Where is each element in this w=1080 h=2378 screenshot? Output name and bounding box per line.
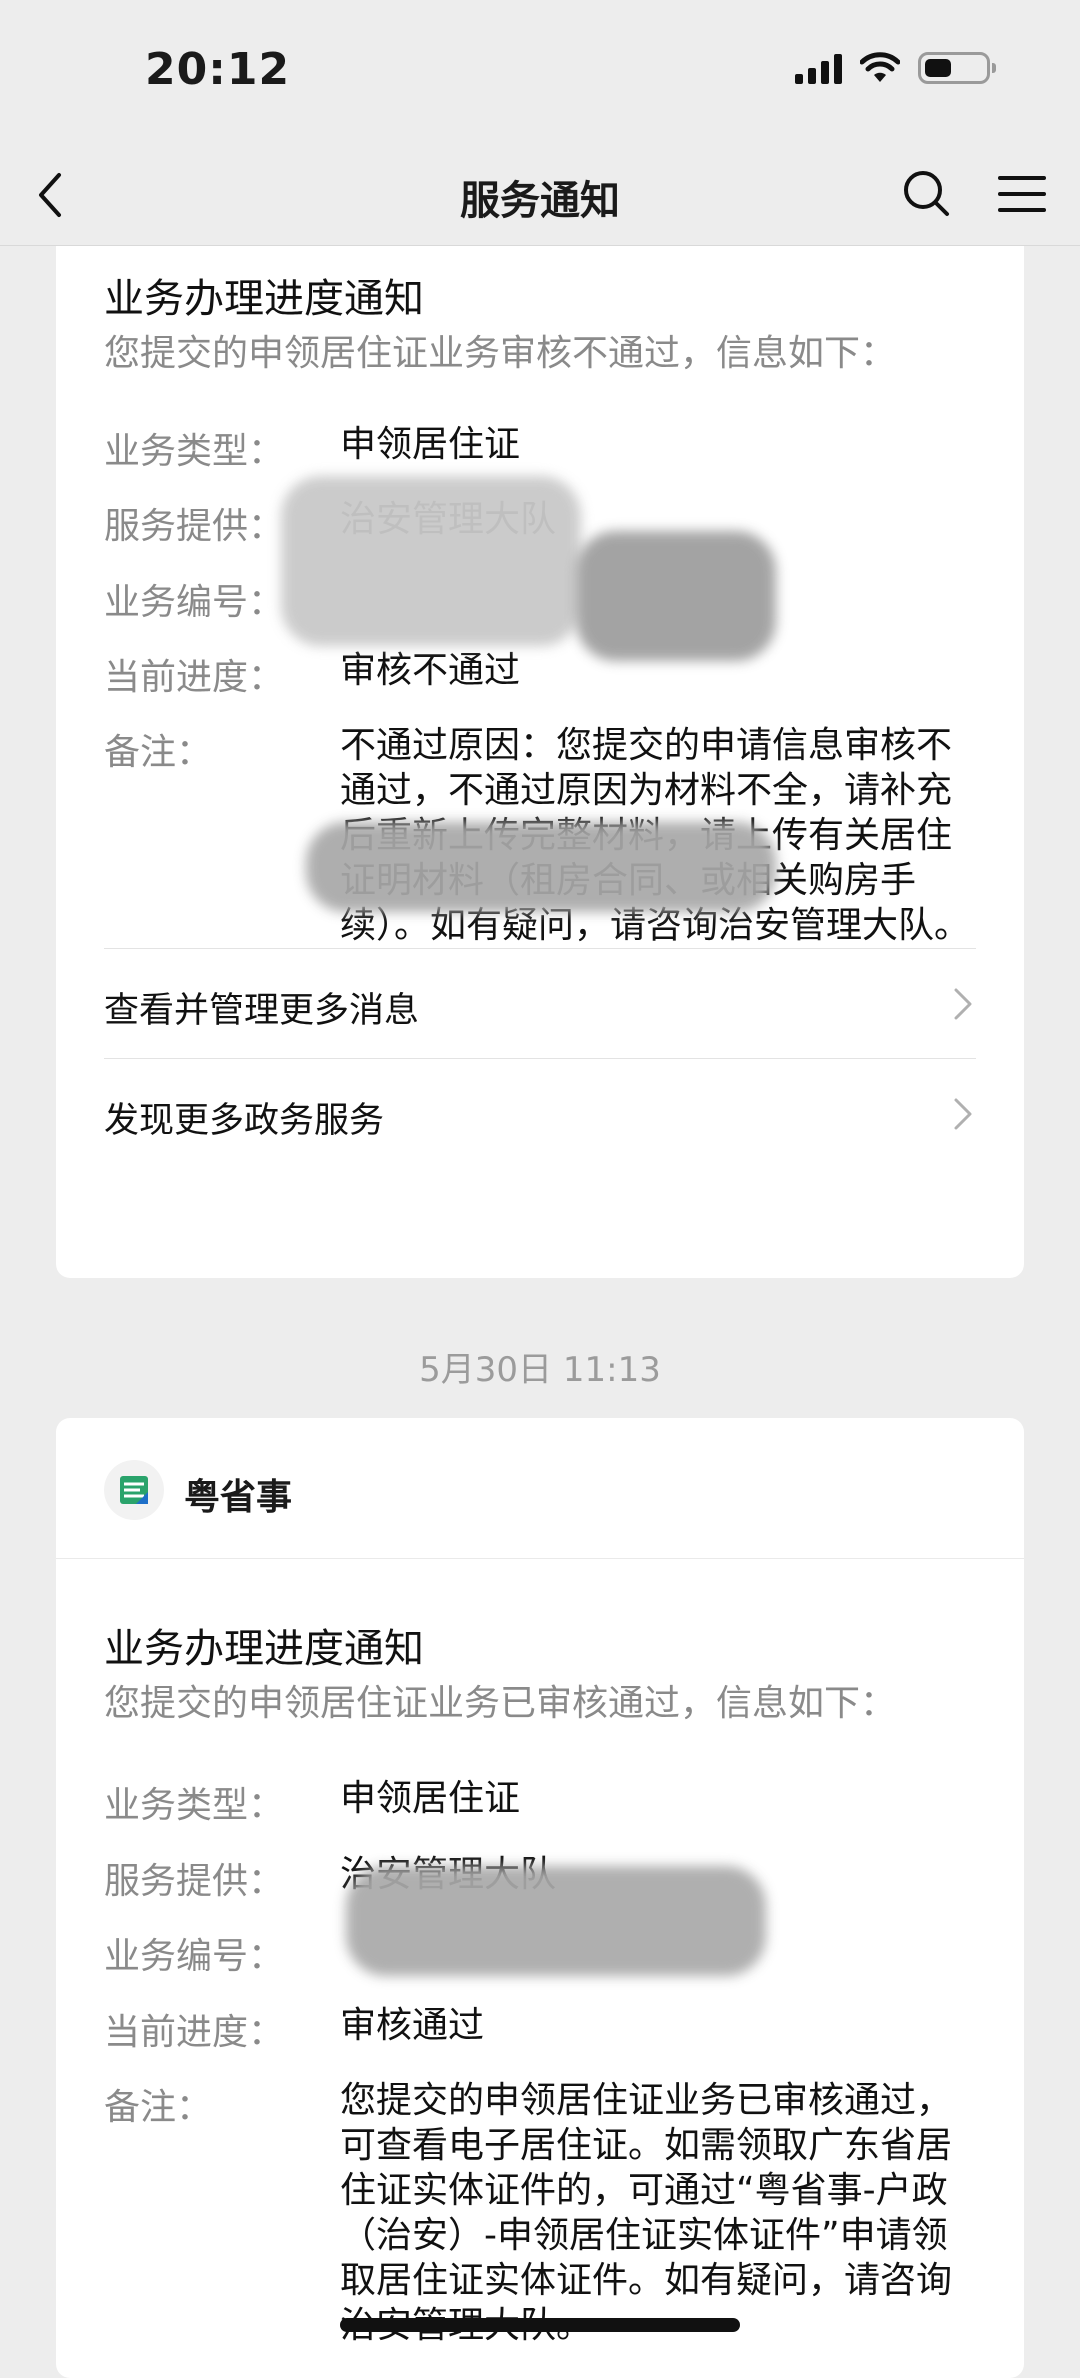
yueshengshi-logo-icon [104,1460,164,1520]
card-subtitle: 您提交的申领居住证业务已审核通过，信息如下： [104,1683,897,1724]
view-more-messages-link[interactable]: 查看并管理更多消息 [104,948,976,1058]
notification-card-rejected[interactable]: 业务办理进度通知 您提交的申领居住证业务审核不通过，信息如下： 业务类型： 申领… [56,246,1024,1278]
row-label: 备注： [104,2087,213,2128]
row-label: 服务提供： [104,1861,285,1902]
nav-bar: 服务通知 [0,150,1080,246]
row-label: 当前进度： [104,657,285,698]
search-button[interactable] [899,166,955,222]
search-icon [904,171,949,216]
redaction-smudge [576,531,776,661]
link-label: 查看并管理更多消息 [104,991,420,1031]
redaction-smudge [281,476,581,646]
row-label: 当前进度： [104,2012,285,2053]
menu-icon [998,176,1046,212]
card-subtitle: 您提交的申领居住证业务审核不通过，信息如下： [104,333,897,374]
row-value: 审核通过 [340,2005,485,2046]
service-account-header[interactable]: 粤省事 [56,1418,1024,1559]
status-bar: 20:12 [0,0,1080,150]
menu-button[interactable] [994,166,1050,222]
discover-gov-services-link[interactable]: 发现更多政务服务 [104,1058,976,1168]
notification-card-approved[interactable]: 粤省事 业务办理进度通知 您提交的申领居住证业务已审核通过，信息如下： 业务类型… [56,1418,1024,2378]
redaction-smudge [306,822,776,912]
row-label: 业务编号： [104,582,285,623]
chevron-right-icon [954,988,972,1020]
status-icons [795,52,996,84]
row-value: 申领居住证 [340,424,521,465]
row-label: 备注： [104,732,213,773]
row-label: 业务类型： [104,431,285,472]
chevron-right-icon [954,1098,972,1130]
row-label: 服务提供： [104,506,285,547]
signal-icon [795,52,842,84]
row-value: 您提交的申领居住证业务已审核通过，可查看电子居住证。如需领取广东省居住证实体证件… [340,2080,953,2346]
status-time: 20:12 [145,44,291,95]
card-title: 业务办理进度通知 [104,1626,424,1672]
link-label: 发现更多政务服务 [104,1101,385,1141]
home-indicator[interactable] [340,2318,740,2332]
row-value: 申领居住证 [340,1778,521,1819]
row-label: 业务类型： [104,1785,285,1826]
service-account-name: 粤省事 [184,1477,293,1518]
card-title: 业务办理进度通知 [104,276,424,322]
wifi-icon [860,52,900,82]
battery-icon [918,52,996,84]
redaction-smudge [346,1866,766,1976]
row-label: 业务编号： [104,1936,285,1977]
message-timestamp: 5月30日 11:13 [419,1350,661,1390]
